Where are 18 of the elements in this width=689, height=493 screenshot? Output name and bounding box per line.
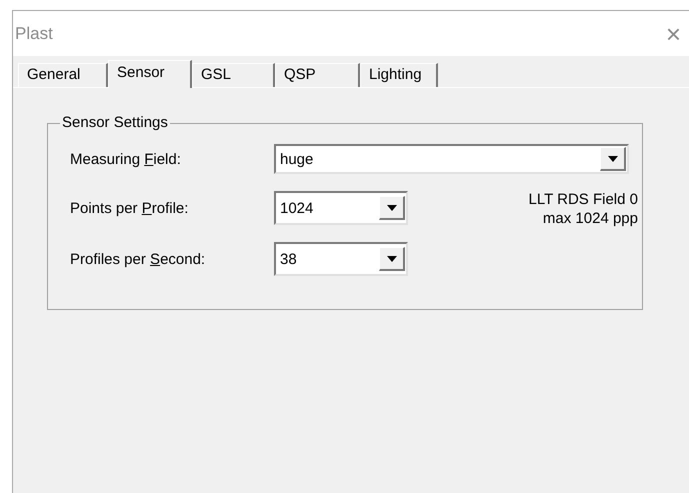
dropdown-field[interactable]: huge [274, 144, 629, 174]
field-label: Profiles per Second: [70, 250, 206, 268]
dropdown-arrow-icon [608, 156, 618, 162]
tab[interactable]: GSL [192, 63, 275, 87]
dropdown-arrow-icon [386, 256, 396, 262]
tab[interactable]: General [18, 63, 108, 87]
tab[interactable]: Lighting [360, 63, 438, 87]
dropdown-field[interactable]: 1024 [274, 191, 408, 225]
group-title: Sensor Settings [60, 114, 170, 131]
tab[interactable]: Sensor [108, 60, 192, 88]
field-label: Points per Profile: [70, 200, 190, 216]
dropdown-field[interactable]: 38 [274, 242, 408, 276]
dropdown-arrow-icon [386, 204, 396, 210]
tab[interactable]: QSP [275, 63, 360, 87]
sensor-info-text: max 1024 ppp [542, 209, 638, 228]
window-title: Plast [15, 24, 53, 44]
sensor-info-text: LLT RDS Field 0 [528, 190, 638, 209]
field-label: Measuring Field: [70, 150, 182, 168]
